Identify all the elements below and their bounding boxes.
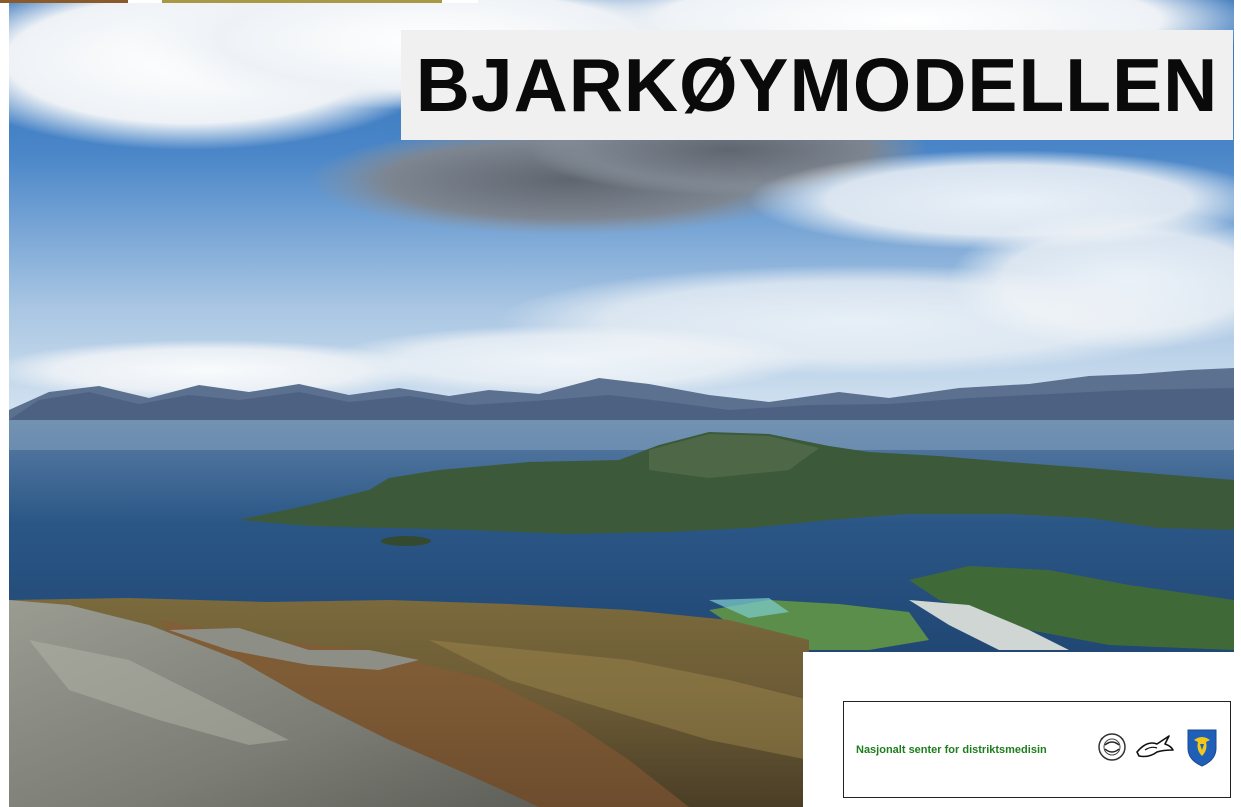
bird-icon xyxy=(1136,735,1174,758)
top-strip-segment xyxy=(0,0,128,3)
top-strip-segment xyxy=(128,0,162,3)
top-strip-segment xyxy=(442,0,478,3)
organization-logo-box: Nasjonalt senter for distriktsmedisin xyxy=(843,701,1231,798)
organization-name: Nasjonalt senter for distriktsmedisin xyxy=(856,743,1047,756)
emblem-icon xyxy=(1098,733,1126,761)
coat-of-arms-icon xyxy=(1187,729,1217,767)
page-title: BJARKØYMODELLEN xyxy=(415,43,1219,127)
title-banner: BJARKØYMODELLEN xyxy=(401,30,1233,140)
top-strip-segment xyxy=(162,0,442,3)
